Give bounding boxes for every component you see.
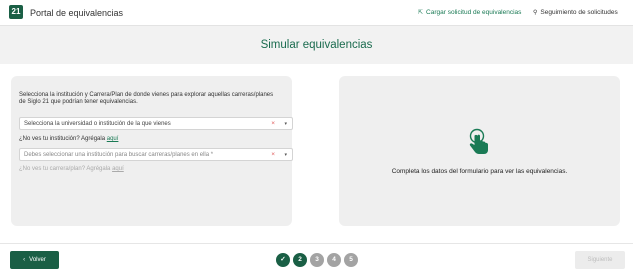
step-3: 3 [310,253,324,267]
siglo21-logo[interactable]: 21 [9,5,23,19]
step-4: 4 [327,253,341,267]
institution-select[interactable]: Selecciona la universidad o institución … [19,117,293,130]
institution-select-placeholder: Selecciona la universidad o institución … [24,121,171,127]
empty-state-message: Completa los datos del formulario para v… [391,168,568,175]
add-career-link[interactable]: aquí [112,166,124,172]
nav-track-requests[interactable]: ⚲ Seguimiento de solicitudes [533,9,618,16]
back-button-label: Volver [29,257,46,263]
form-intro-text: Selecciona la institución y Carrera/Plan… [19,92,274,105]
top-bar: 21 Portal de equivalencias ⇱ Cargar soli… [0,0,633,26]
institution-hint: ¿No ves tu institución? Agrégala aquí [19,136,118,142]
chevron-down-icon[interactable]: ▾ [284,152,287,158]
step-1-check-icon: ✓ [276,253,290,267]
chevron-down-icon[interactable]: ▾ [284,121,287,127]
back-button[interactable]: ‹ Volver [10,251,59,269]
institution-hint-text: ¿No ves tu institución? Agrégala [19,136,106,142]
hand-pointer-icon [469,128,488,154]
step-2: 2 [293,253,307,267]
title-band: Simular equivalencias [0,26,633,64]
selection-form-card: Selecciona la institución y Carrera/Plan… [11,76,293,226]
career-hint-text: ¿No ves tu carrera/plan? Agrégala [19,166,111,172]
footer-divider [0,243,633,244]
nav-track-label: Seguimiento de solicitudes [540,9,618,16]
page-title: Simular equivalencias [260,39,373,51]
next-button-label: Siguiente [587,257,613,263]
next-button[interactable]: Siguiente [575,251,625,269]
add-institution-link[interactable]: aquí [107,136,119,142]
career-clear-icon[interactable]: × [271,151,275,158]
app-title: Portal de equivalencias [30,8,124,18]
upload-icon: ⇱ [418,10,424,16]
nav-upload-label: Cargar solicitud de equivalencias [426,9,522,16]
stepper: ✓ 2 3 4 5 [276,253,358,267]
nav-upload-request[interactable]: ⇱ Cargar solicitud de equivalencias [418,9,521,16]
career-select-placeholder: Debes seleccionar una institución para b… [24,152,214,158]
step-5: 5 [344,253,358,267]
career-hint: ¿No ves tu carrera/plan? Agrégala aquí [19,166,124,172]
career-select[interactable]: Debes seleccionar una institución para b… [19,148,293,161]
chevron-left-icon: ‹ [23,257,26,263]
equivalences-result-card: Completa los datos del formulario para v… [339,76,620,226]
search-icon: ⚲ [533,10,538,16]
institution-clear-icon[interactable]: × [271,120,275,127]
